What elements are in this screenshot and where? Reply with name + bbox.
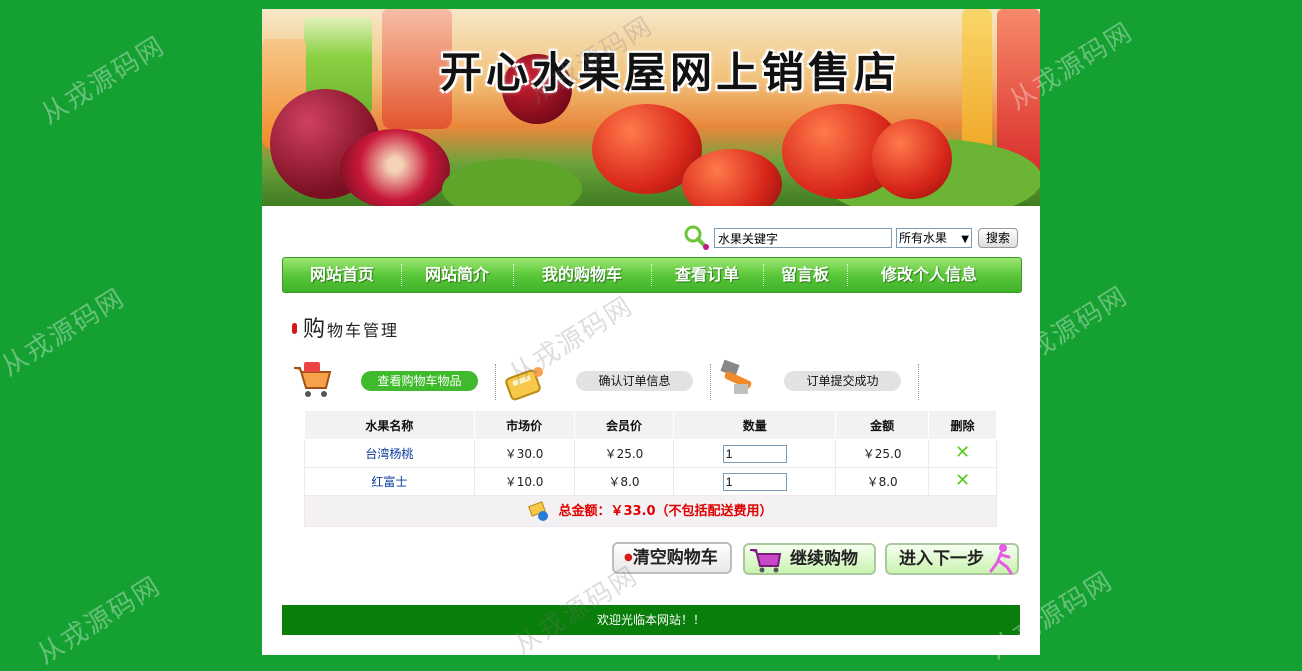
nav-item-orders[interactable]: 查看订单: [651, 258, 763, 292]
watermark-text: 从戎源码网: [0, 282, 131, 383]
clear-cart-button[interactable]: ●清空购物车: [612, 542, 732, 574]
continue-shopping-button[interactable]: 继续购物: [743, 543, 876, 575]
nav-item-profile[interactable]: 修改个人信息: [847, 258, 1011, 292]
table-header-row: 水果名称 市场价 会员价 数量 金额 删除: [304, 410, 997, 440]
delete-icon[interactable]: ✕: [955, 442, 970, 463]
step-divider: [495, 364, 496, 400]
page-container: 开心水果屋网上销售店 所有水果 ▼ 搜索 网站首页 网站简介 我的购物车 查看订…: [262, 9, 1040, 655]
chevron-down-icon: ▼: [961, 234, 969, 245]
total-row: 总金额：￥33.0（不包括配送费用）: [304, 495, 997, 527]
cart-icon: [294, 362, 332, 397]
column-header-delete: 删除: [928, 410, 997, 440]
page-title-first-char: 购: [303, 317, 328, 342]
column-header-name: 水果名称: [304, 410, 475, 440]
continue-shopping-label: 继续购物: [790, 549, 858, 569]
quantity-cell: [673, 439, 837, 468]
main-nav: 网站首页 网站简介 我的购物车 查看订单 留言板 修改个人信息: [282, 257, 1022, 293]
column-header-market-price: 市场价: [473, 410, 575, 440]
site-title: 开心水果屋网上销售店: [440, 48, 901, 97]
total-amount: 总金额：￥33.0（不包括配送费用）: [558, 503, 773, 519]
nav-item-cart[interactable]: 我的购物车: [513, 258, 651, 292]
category-select-value: 所有水果: [899, 231, 948, 245]
table-row: 台湾杨桃 ￥30.0 ￥25.0 ￥25.0 ✕: [304, 439, 997, 468]
amount: ￥25.0: [835, 439, 930, 468]
delete-icon[interactable]: ✕: [955, 470, 970, 491]
amount: ￥8.0: [835, 467, 930, 496]
market-price: ￥30.0: [473, 439, 575, 468]
delete-cell: ✕: [928, 439, 997, 468]
lettuce: [442, 159, 582, 206]
next-step-label: 进入下一步: [899, 549, 984, 569]
column-header-member-price: 会员价: [573, 410, 675, 440]
calculator-icon: [505, 367, 543, 401]
member-price: ￥8.0: [573, 467, 675, 496]
nav-item-about[interactable]: 网站简介: [401, 258, 513, 292]
runner-icon: [989, 544, 1013, 575]
tools-icon: [720, 359, 752, 394]
title-bullet-icon: [292, 323, 297, 334]
clear-cart-label: 清空购物车: [632, 548, 718, 568]
delete-cell: ✕: [928, 467, 997, 496]
nav-item-home[interactable]: 网站首页: [283, 258, 401, 292]
search-input[interactable]: [714, 228, 892, 248]
nav-item-guestbook[interactable]: 留言板: [763, 258, 847, 292]
page-title-rest: 物车管理: [327, 321, 400, 340]
pomegranate-half: [340, 129, 450, 206]
footer-text: 欢迎光临本网站！！: [596, 613, 705, 627]
step-view-cart: 查看购物车物品: [361, 371, 478, 391]
column-header-quantity: 数量: [673, 410, 837, 440]
next-step-button[interactable]: 进入下一步: [885, 543, 1019, 575]
cart-table: 水果名称 市场价 会员价 数量 金额 删除 台湾杨桃 ￥30.0 ￥25.0 ￥…: [304, 410, 997, 527]
watermark-text: 从戎源码网: [36, 30, 171, 131]
search-icon: [684, 225, 709, 250]
quantity-cell: [673, 467, 837, 496]
member-price: ￥25.0: [573, 439, 675, 468]
watermark-text: 从戎源码网: [32, 570, 167, 671]
trolley-icon: [750, 549, 782, 573]
header-banner: 开心水果屋网上销售店: [262, 9, 1040, 206]
step-confirm-order: 确认订单信息: [576, 371, 693, 391]
step-divider: [918, 364, 919, 400]
step-order-success: 订单提交成功: [784, 371, 901, 391]
column-header-amount: 金额: [835, 410, 930, 440]
quantity-input[interactable]: [722, 472, 787, 491]
category-select[interactable]: 所有水果 ▼: [896, 228, 972, 248]
search-button-label: 搜索: [985, 231, 1010, 245]
footer: 欢迎光临本网站！！: [282, 605, 1020, 635]
table-row: 红富士 ￥10.0 ￥8.0 ￥8.0 ✕: [304, 467, 997, 496]
fruit-name-link[interactable]: 红富士: [304, 467, 475, 496]
tomato: [872, 119, 952, 199]
total-cell: 总金额：￥33.0（不包括配送费用）: [304, 495, 997, 527]
fruit-name-link[interactable]: 台湾杨桃: [304, 439, 475, 468]
market-price: ￥10.0: [473, 467, 575, 496]
search-button[interactable]: 搜索: [978, 228, 1018, 248]
tomato: [682, 149, 782, 206]
quantity-input[interactable]: [722, 444, 787, 463]
red-dot-icon: ●: [624, 552, 633, 563]
money-icon: [528, 501, 549, 522]
step-divider: [710, 364, 711, 400]
page-title: 购物车管理: [292, 311, 399, 343]
